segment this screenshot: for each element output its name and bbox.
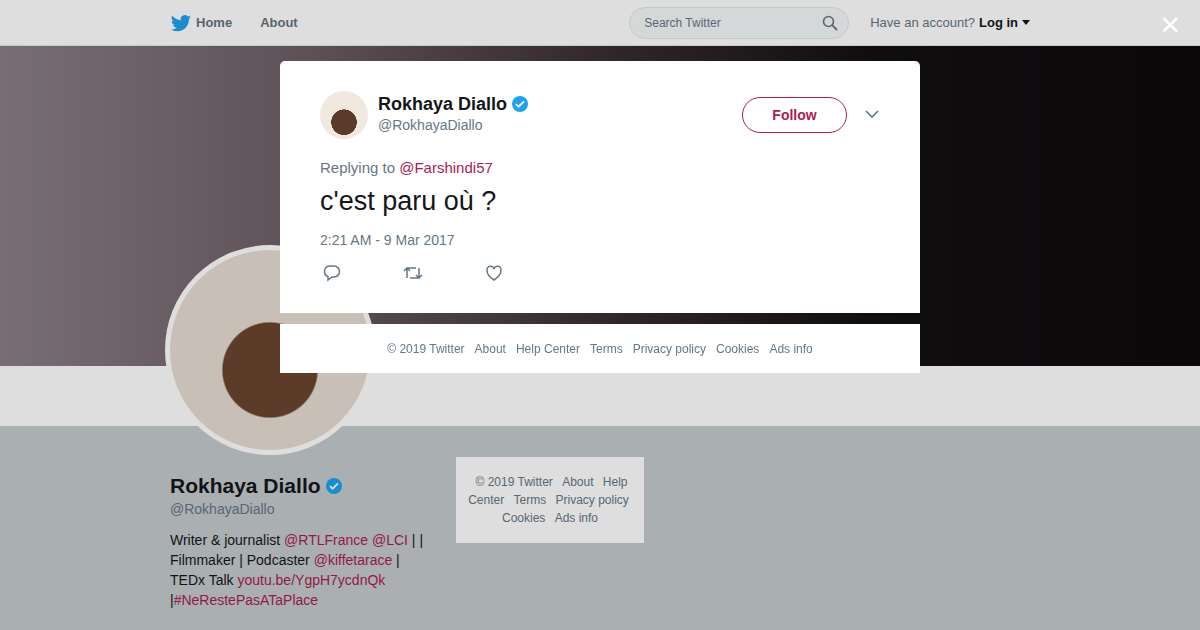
chevron-icon[interactable] — [865, 110, 879, 119]
footer-link[interactable]: Help Center — [516, 340, 580, 358]
tweet-avatar[interactable] — [320, 91, 368, 139]
replying-line: Replying to @Farshindi57 — [320, 159, 879, 177]
footer-link[interactable]: Ads info — [769, 340, 812, 358]
verified-icon — [511, 95, 529, 113]
tweet-actions — [320, 264, 879, 282]
modal-footer: © 2019 Twitter About Help Center Terms P… — [280, 324, 920, 373]
close-button[interactable]: × — [1160, 4, 1180, 44]
footer-link[interactable]: Cookies — [716, 340, 759, 358]
tweet-text: c'est paru où ? — [320, 185, 879, 217]
tweet-modal: Rokhaya Diallo @RokhayaDiallo Follow Rep… — [280, 61, 920, 313]
heart-icon[interactable] — [485, 264, 503, 282]
footer-link[interactable]: About — [475, 340, 506, 358]
replying-label: Replying to — [320, 159, 395, 176]
reply-icon[interactable] — [323, 264, 341, 282]
footer-link: © 2019 Twitter — [387, 340, 464, 358]
retweet-icon[interactable] — [403, 264, 423, 282]
footer-link[interactable]: Privacy policy — [633, 340, 706, 358]
follow-button[interactable]: Follow — [742, 97, 847, 133]
footer-link[interactable]: Terms — [590, 340, 623, 358]
tweet-author[interactable]: Rokhaya Diallo — [378, 92, 507, 116]
reply-mention[interactable]: @Farshindi57 — [399, 159, 493, 176]
tweet-time[interactable]: 2:21 AM - 9 Mar 2017 — [320, 231, 879, 249]
modal-overlay[interactable]: × Rokhaya Diallo @RokhayaDiallo Follow R… — [0, 0, 1200, 630]
tweet-handle[interactable]: @RokhayaDiallo — [378, 116, 742, 134]
